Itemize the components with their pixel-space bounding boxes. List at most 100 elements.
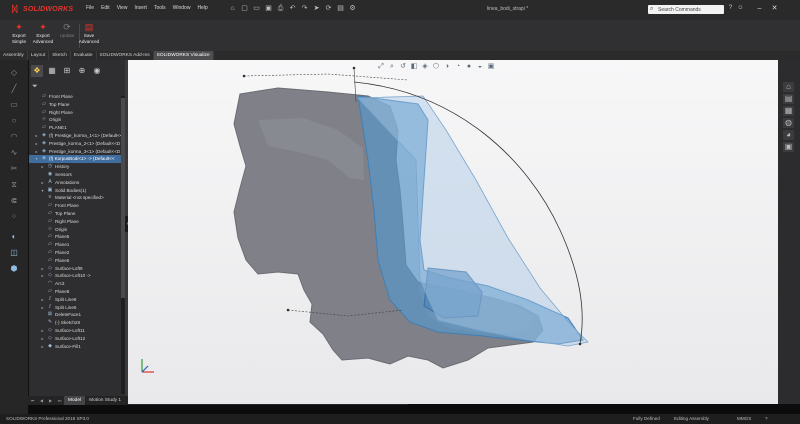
export-advanced-button[interactable]: ✦ Export Advanced [31, 23, 55, 44]
feature-tree-item[interactable]: ◠ Arc3 [29, 280, 121, 288]
feature-tree-item[interactable]: ▸ ⫽ Split Line5 [29, 304, 121, 312]
menu-edit[interactable]: Edit [101, 5, 110, 11]
trim-tool-icon[interactable]: ✂ [8, 164, 20, 174]
dimxpert-icon[interactable]: ⊕ [76, 65, 88, 77]
file-properties-icon[interactable]: ▤ [336, 4, 345, 13]
user-icon[interactable]: ☺ [737, 4, 744, 13]
solidworks-logo[interactable]: ᛞ SOLIDWORKS [12, 3, 73, 15]
mirror-tool-icon[interactable]: ⧖ [8, 180, 20, 190]
feature-tree-item[interactable]: ▾ ▣ Solid Bodies(1) [29, 187, 121, 195]
feature-tree-item[interactable]: ▱ Plane1 [29, 241, 121, 249]
expand-arrow-icon[interactable]: ▸ [34, 148, 39, 156]
feature-tree-item[interactable]: ▱ Plane6 [29, 257, 121, 265]
feature-tree-item[interactable]: ▸ ◇ Surface-Loft10 -> [29, 272, 121, 280]
select-cursor-icon[interactable]: ➤ [312, 4, 321, 13]
expand-arrow-icon[interactable]: ▸ [40, 163, 45, 171]
feature-tree-item[interactable]: ▱ PLANE1 [29, 124, 121, 132]
feature-tree-item[interactable]: ▸ A Annotations [29, 179, 121, 187]
rebuild-icon[interactable]: ⟳ [324, 4, 333, 13]
feature-tree-item[interactable]: ▾ ◈ (f) KorpusBodi<1> -> (Default<< [29, 155, 121, 164]
filter-icon[interactable]: ⏷ [32, 83, 38, 91]
property-manager-icon[interactable]: ▦ [46, 65, 58, 77]
tab-solidworks-visualize[interactable]: SOLIDWORKS Visualize [153, 51, 214, 60]
expand-arrow-icon[interactable]: ▸ [34, 140, 39, 148]
sketch-point[interactable] [242, 74, 246, 78]
file-explorer-icon[interactable]: ▦ [783, 106, 794, 116]
feature-tree-item[interactable]: ▸ ⫽ Split Line8 [29, 296, 121, 304]
feature-tree-item[interactable]: ▱ Front Plane [29, 202, 121, 210]
tab-solidworks-add-ins[interactable]: SOLIDWORKS Add-Ins [97, 51, 154, 60]
feature-tree-item[interactable]: ✎ (-) Sketch28 [29, 319, 121, 327]
feature-tree-item[interactable]: ⊠ DeleteFace1 [29, 311, 121, 319]
menu-file[interactable]: File [86, 5, 94, 11]
feature-tree-item[interactable]: ▱ Plane5 [29, 233, 121, 241]
feature-tree-item[interactable]: ▸ ◈ Prestige_korma_2<1> (Default<<D [29, 140, 121, 148]
tab-evaluate[interactable]: Evaluate [71, 51, 97, 60]
redo-icon[interactable]: ↷ [300, 4, 309, 13]
spline-tool-icon[interactable]: ∿ [8, 148, 20, 158]
menu-view[interactable]: View [117, 5, 128, 11]
expand-arrow-icon[interactable]: ▸ [40, 272, 45, 280]
expand-arrow-icon[interactable]: ▸ [40, 296, 45, 304]
offset-tool-icon[interactable]: ⋐ [8, 196, 20, 206]
tab-motion-study-1[interactable]: Motion Study 1 [85, 396, 125, 405]
feature-tree-item[interactable]: ▸ ◇ Surface-Loft9 [29, 265, 121, 273]
arc-tool-icon[interactable]: ◠ [8, 132, 20, 142]
menu-tools[interactable]: Tools [154, 5, 166, 11]
sketch-point[interactable] [352, 66, 356, 70]
feature-tree-item[interactable]: ▸ ◆ Surface-Fill1 [29, 343, 121, 351]
expand-arrow-icon[interactable]: ▸ [40, 304, 45, 312]
collapse-arrow-icon[interactable]: ▾ [34, 155, 39, 163]
open-folder-icon[interactable]: ▭ [252, 4, 261, 13]
feature-tree-item[interactable]: ▱ Top Plane [29, 101, 121, 109]
display-style-icon[interactable]: ◐ [8, 232, 20, 242]
first-tab-arrow-icon[interactable]: ⏮ [28, 396, 37, 405]
search-commands-input[interactable] [656, 5, 720, 14]
solidworks-resources-icon[interactable]: ⌂ [783, 82, 794, 92]
minimize-icon[interactable]: – [752, 2, 767, 15]
feature-tree-item[interactable]: ▱ Right Plane [29, 109, 121, 117]
search-box[interactable]: ⌕ [648, 5, 724, 14]
smart-dimension-icon[interactable]: ◇ [8, 68, 20, 78]
view-orientation-icon[interactable]: ⬢ [8, 264, 20, 274]
menu-insert[interactable]: Insert [134, 5, 147, 11]
feature-tree-item[interactable]: ▸ ◈ Prestige_korma_3<1> (Default<<D [29, 148, 121, 156]
expand-arrow-icon[interactable]: ▸ [40, 265, 45, 273]
next-tab-arrow-icon[interactable]: ▶ [46, 396, 55, 405]
section-view-icon[interactable]: ◫ [8, 248, 20, 258]
tab-layout[interactable]: Layout [28, 51, 50, 60]
expand-arrow-icon[interactable]: ▸ [40, 335, 45, 343]
feature-tree-item[interactable]: ▸ ◇ Surface-Loft11 [29, 327, 121, 335]
rectangle-tool-icon[interactable]: ▭ [8, 100, 20, 110]
sketch-curve-construction[interactable] [243, 73, 409, 81]
feature-tree-item[interactable]: ▱ Plane8 [29, 288, 121, 296]
tab-assembly[interactable]: Assembly [0, 51, 28, 60]
graphics-area[interactable]: ⤢ ⌕ ↺ ◧ ◈ ⬡ ◑ ◔ ● ◒ ▣ [128, 60, 778, 404]
last-tab-arrow-icon[interactable]: ⏭ [55, 396, 64, 405]
feature-tree-item[interactable]: ▸ ◷ History [29, 163, 121, 171]
feature-tree-item[interactable]: ▱ Front Plane [29, 93, 121, 101]
feature-tree-item[interactable]: ▸ ◈ (f) Prestige_korma_1<1> (Default<<D [29, 132, 121, 140]
collapse-arrow-icon[interactable]: ▾ [40, 187, 45, 195]
undo-icon[interactable]: ↶ [288, 4, 297, 13]
feature-tree-item[interactable]: ⊹ Origin [29, 116, 121, 124]
display-manager-icon[interactable]: ◉ [91, 65, 103, 77]
circle-tool-icon[interactable]: ○ [8, 116, 20, 126]
save-icon[interactable]: ▣ [264, 4, 273, 13]
feature-tree-item[interactable]: ▱ Right Plane [29, 218, 121, 226]
options-gear-icon[interactable]: ⚙ [348, 4, 357, 13]
feature-tree-item[interactable]: ≡ Material <not specified> [29, 194, 121, 202]
pattern-tool-icon[interactable]: ⁘ [8, 212, 20, 222]
status-units[interactable]: MMGS [737, 414, 751, 424]
line-tool-icon[interactable]: ╱ [8, 84, 20, 94]
expand-arrow-icon[interactable]: ▸ [40, 327, 45, 335]
feature-tree-item[interactable]: ⊹ Origin [29, 226, 121, 234]
expand-arrow-icon[interactable]: ▸ [34, 132, 39, 140]
update-button[interactable]: ⟳ Update [55, 23, 79, 39]
menu-window[interactable]: Window [173, 5, 191, 11]
status-help-icon[interactable]: ? [765, 414, 768, 424]
expand-arrow-icon[interactable]: ▸ [40, 343, 45, 351]
feature-tree-item[interactable]: ◉ Sensors [29, 171, 121, 179]
feature-tree-item[interactable]: ▱ Plane2 [29, 249, 121, 257]
custom-properties-icon[interactable]: ▣ [783, 142, 794, 152]
